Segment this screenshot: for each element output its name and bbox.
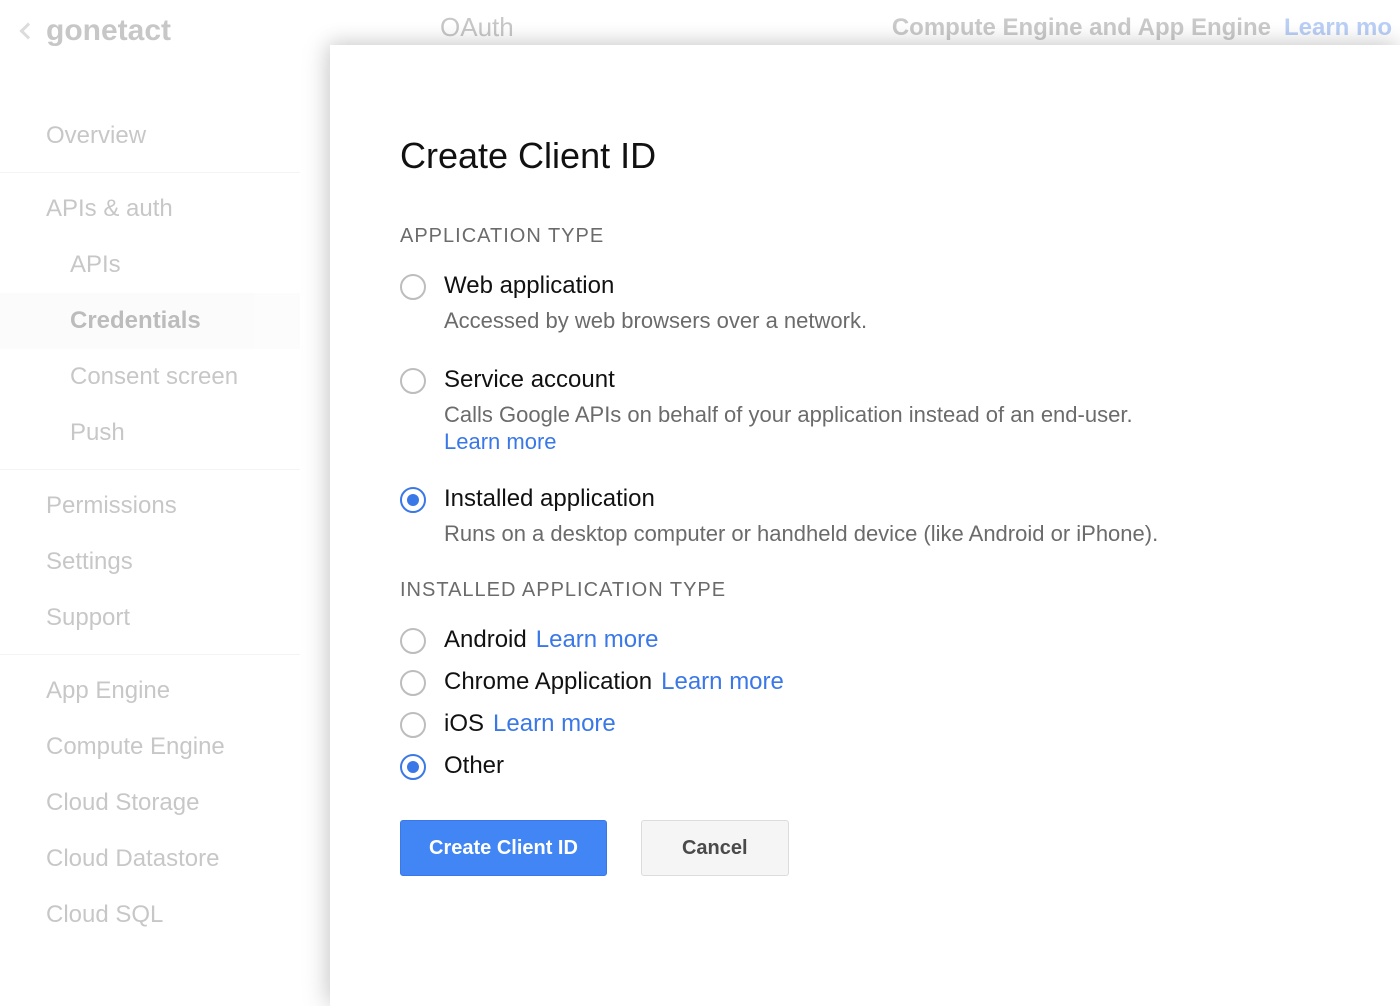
sidebar-cloud-sql: Cloud SQL (0, 887, 300, 943)
project-name: gonetact (46, 14, 171, 48)
sidebar-support: Support (0, 590, 300, 646)
radio-icon[interactable] (400, 368, 426, 394)
sidebar-compute-engine: Compute Engine (0, 719, 300, 775)
create-client-id-dialog: Create Client ID APPLICATION TYPE Web ap… (330, 45, 1400, 1006)
sidebar-app-engine: App Engine (0, 663, 300, 719)
dialog-buttons: Create Client ID Cancel (400, 820, 1400, 876)
option-title: Chrome Application (444, 668, 652, 695)
divider (0, 654, 300, 655)
sidebar-cloud-storage: Cloud Storage (0, 775, 300, 831)
installed-type-chrome-application[interactable]: Chrome Application Learn more (400, 668, 1400, 696)
option-title: Service account (444, 366, 1360, 394)
learn-more-link[interactable]: Learn more (444, 429, 557, 454)
option-desc: Accessed by web browsers over a network. (444, 306, 1360, 336)
radio-icon[interactable] (400, 274, 426, 300)
learn-more-top-link: Learn mo (1284, 14, 1392, 41)
option-desc: Calls Google APIs on behalf of your appl… (444, 400, 1360, 430)
sidebar-settings: Settings (0, 534, 300, 590)
sidebar: Overview APIs & auth APIs Credentials Co… (0, 58, 300, 943)
sidebar-apis-auth: APIs & auth (0, 181, 300, 237)
sidebar-cloud-datastore: Cloud Datastore (0, 831, 300, 887)
installed-type-ios[interactable]: iOS Learn more (400, 710, 1400, 738)
learn-more-link[interactable]: Learn more (661, 668, 784, 695)
compute-engine-text: Compute Engine and App Engine (892, 14, 1271, 41)
option-title: Installed application (444, 485, 1360, 513)
option-title: iOS (444, 710, 484, 737)
option-title: Android (444, 626, 527, 653)
sidebar-push: Push (0, 405, 300, 461)
top-right-text: Compute Engine and App Engine Learn mo (892, 14, 1392, 42)
option-service-account[interactable]: Service account Calls Google APIs on beh… (400, 366, 1400, 456)
create-client-id-button[interactable]: Create Client ID (400, 820, 607, 876)
radio-icon[interactable] (400, 670, 426, 696)
sidebar-permissions: Permissions (0, 478, 300, 534)
radio-icon[interactable] (400, 712, 426, 738)
sidebar-consent-screen: Consent screen (0, 349, 300, 405)
learn-more-link[interactable]: Learn more (493, 710, 616, 737)
option-desc: Runs on a desktop computer or handheld d… (444, 519, 1360, 549)
option-title: Other (444, 752, 504, 779)
option-title: Web application (444, 272, 1360, 300)
sidebar-credentials: Credentials (0, 293, 300, 349)
radio-icon[interactable] (400, 628, 426, 654)
cancel-button[interactable]: Cancel (641, 820, 789, 876)
installed-type-android[interactable]: Android Learn more (400, 626, 1400, 654)
option-web-application[interactable]: Web application Accessed by web browsers… (400, 272, 1400, 336)
learn-more-link[interactable]: Learn more (536, 626, 659, 653)
sidebar-overview: Overview (0, 108, 300, 164)
divider (0, 172, 300, 173)
divider (0, 469, 300, 470)
option-installed-application[interactable]: Installed application Runs on a desktop … (400, 485, 1400, 549)
installed-type-other[interactable]: Other (400, 752, 1400, 780)
sidebar-apis: APIs (0, 237, 300, 293)
radio-icon[interactable] (400, 487, 426, 513)
application-type-label: APPLICATION TYPE (400, 225, 1400, 248)
installed-application-type-label: INSTALLED APPLICATION TYPE (400, 579, 1400, 602)
dialog-title: Create Client ID (400, 135, 1400, 177)
oauth-heading: OAuth (440, 12, 514, 43)
back-chevron-icon (20, 23, 37, 40)
radio-icon[interactable] (400, 754, 426, 780)
